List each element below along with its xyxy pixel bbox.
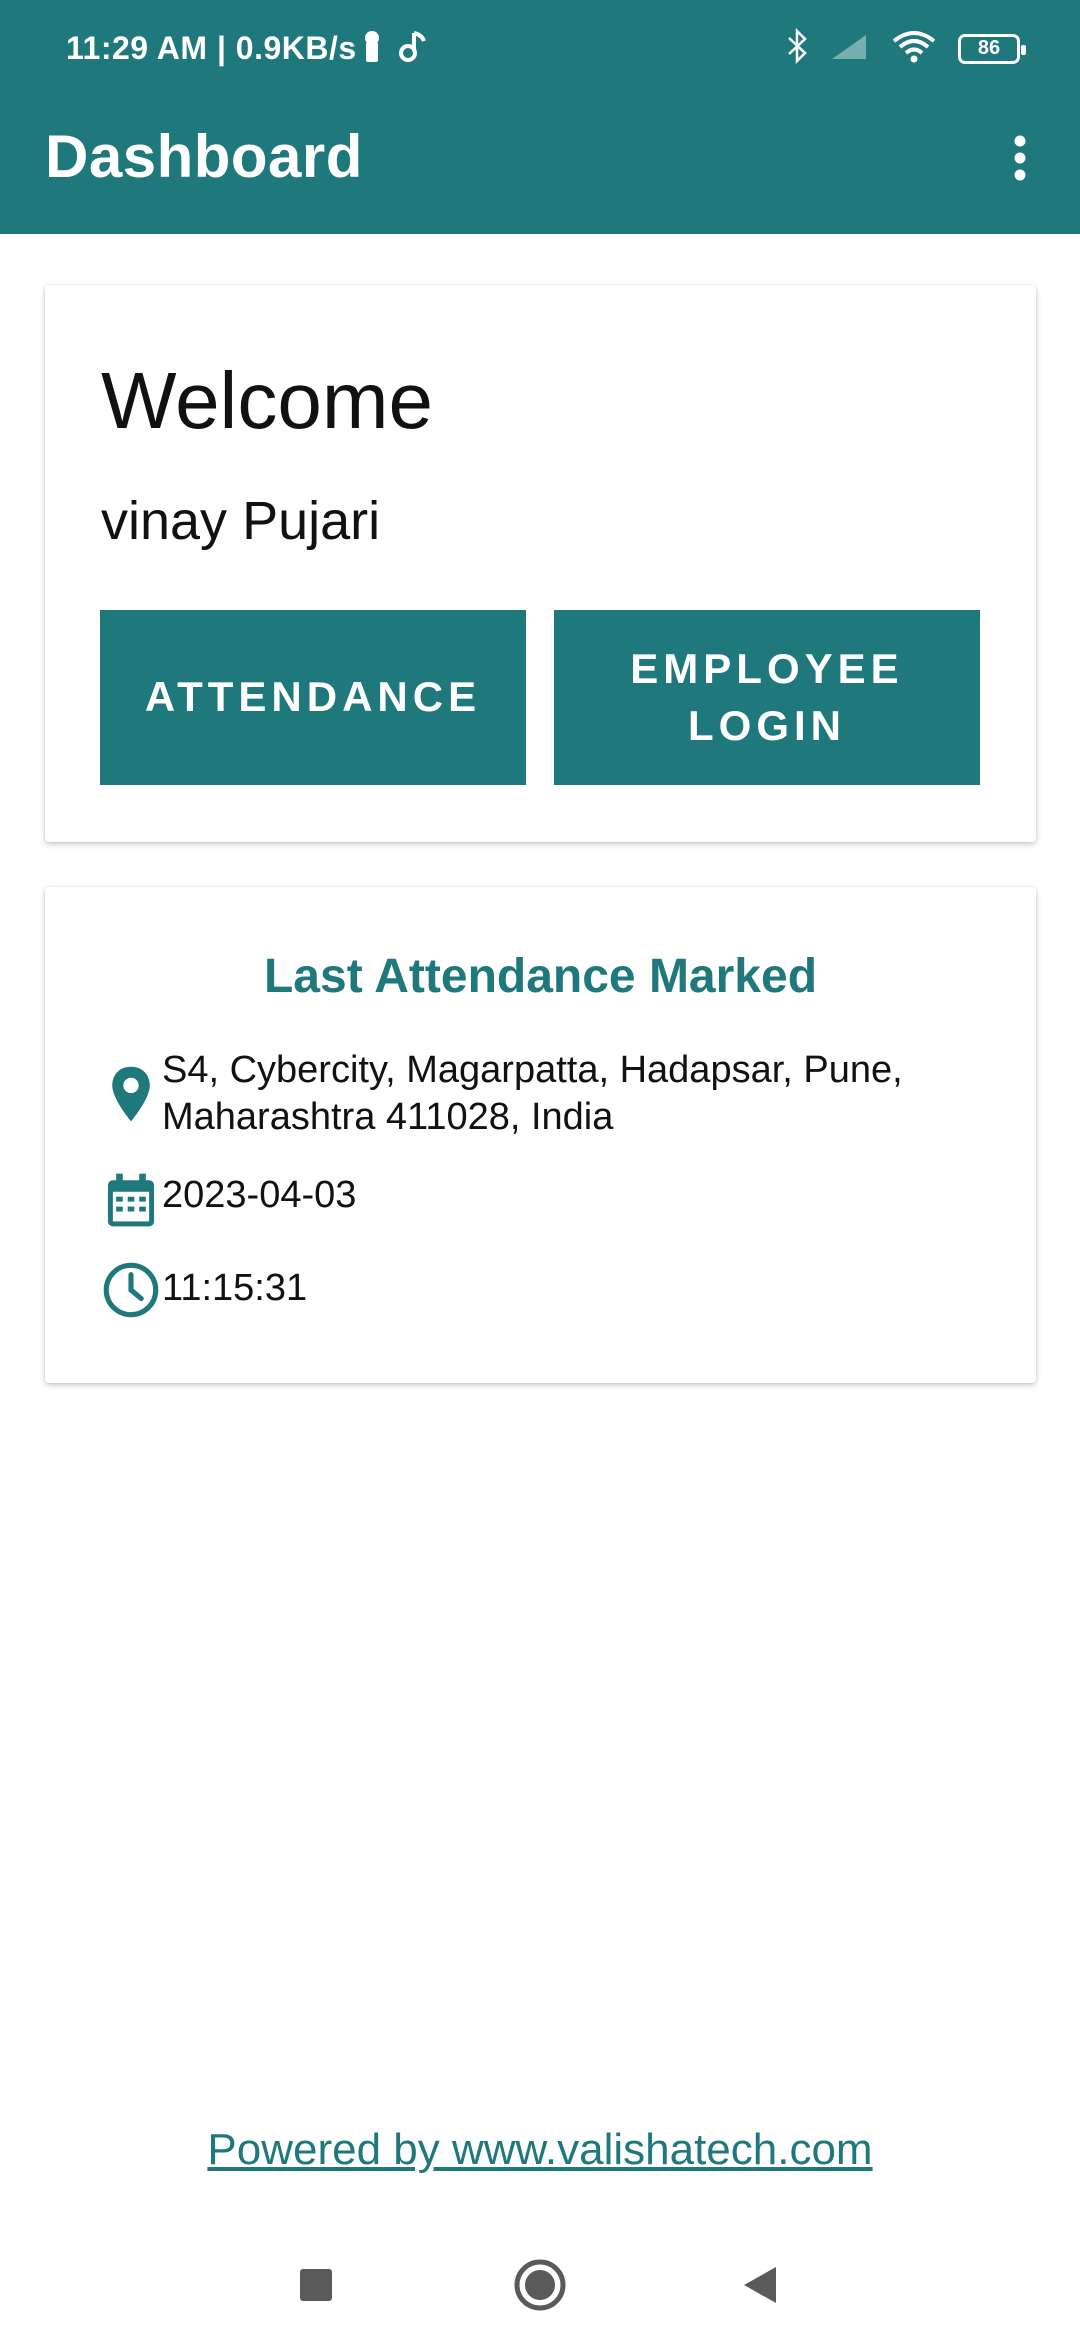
home-icon bbox=[514, 2259, 566, 2311]
back-button[interactable] bbox=[720, 2250, 800, 2320]
music-note-icon bbox=[398, 30, 428, 69]
system-nav-bar bbox=[0, 2230, 1080, 2340]
location-pin-icon bbox=[100, 1047, 162, 1123]
calendar-icon bbox=[100, 1172, 162, 1228]
key-icon bbox=[362, 30, 382, 69]
last-attendance-address: S4, Cybercity, Magarpatta, Hadapsar, Pun… bbox=[162, 1049, 903, 1138]
app-bar: 11:29 AM | 0.9KB/s 86 Dashboard bbox=[0, 0, 1080, 234]
bluetooth-icon bbox=[786, 27, 808, 69]
battery-icon: 86 bbox=[958, 33, 1026, 64]
clock-icon bbox=[100, 1262, 162, 1319]
battery-level: 86 bbox=[977, 37, 1001, 59]
date-row: 2023-04-03 bbox=[100, 1172, 996, 1228]
wifi-icon bbox=[892, 29, 936, 68]
powered-by-link[interactable]: Powered by www.valishatech.com bbox=[0, 2125, 1080, 2175]
back-icon bbox=[744, 2267, 776, 2303]
page-title: Dashboard bbox=[45, 123, 363, 190]
attendance-button[interactable]: ATTENDANCE bbox=[100, 610, 526, 785]
welcome-card: Welcome vinay Pujari ATTENDANCE EMPLOYEE… bbox=[45, 285, 1036, 842]
user-name: vinay Pujari bbox=[101, 491, 381, 551]
more-options-button[interactable] bbox=[990, 128, 1050, 188]
time-row: 11:15:31 bbox=[100, 1262, 996, 1319]
welcome-heading: Welcome bbox=[101, 356, 433, 445]
last-attendance-time: 11:15:31 bbox=[162, 1267, 308, 1309]
last-attendance-date: 2023-04-03 bbox=[162, 1174, 357, 1216]
recent-apps-icon bbox=[300, 2269, 332, 2301]
status-bar: 11:29 AM | 0.9KB/s 86 bbox=[0, 0, 1080, 100]
signal-icon bbox=[830, 31, 870, 66]
status-time: 11:29 AM | 0.9KB/s bbox=[66, 30, 357, 66]
last-attendance-card: Last Attendance Marked S4, Cybercity, Ma… bbox=[45, 887, 1036, 1383]
last-attendance-title: Last Attendance Marked bbox=[263, 950, 818, 1003]
more-vert-icon bbox=[1014, 135, 1026, 181]
recent-apps-button[interactable] bbox=[276, 2250, 356, 2320]
employee-login-button[interactable]: EMPLOYEE LOGIN bbox=[554, 610, 980, 785]
home-button[interactable] bbox=[500, 2250, 580, 2320]
address-row: S4, Cybercity, Magarpatta, Hadapsar, Pun… bbox=[100, 1047, 996, 1141]
